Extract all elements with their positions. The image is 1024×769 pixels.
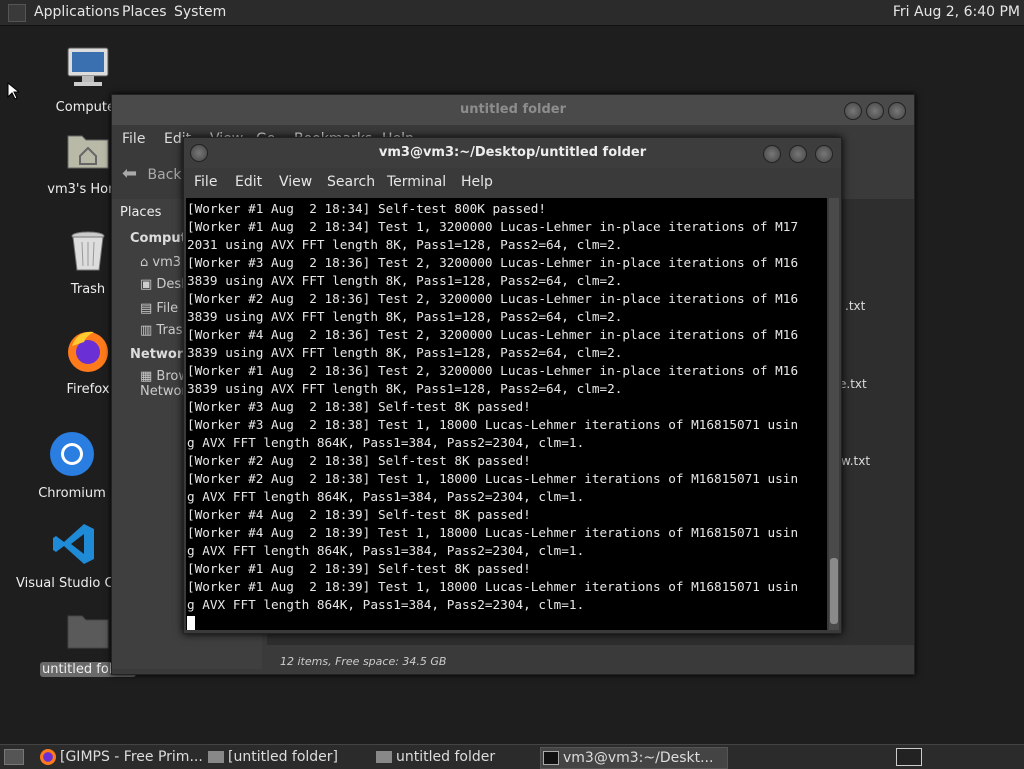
taskbar-item-active[interactable]: vm3@vm3:~/Deskt... bbox=[540, 747, 728, 769]
home-folder-icon bbox=[67, 135, 109, 169]
terminal-line: g AVX FFT length 864K, Pass1=384, Pass2=… bbox=[187, 435, 585, 450]
sidebar-header[interactable]: Places bbox=[120, 205, 161, 220]
network-icon: ▦ bbox=[140, 369, 157, 384]
taskbar-item-label: untitled folder bbox=[396, 749, 496, 765]
trash-icon bbox=[71, 231, 105, 271]
window-menu-button[interactable] bbox=[190, 144, 208, 162]
terminal-line: 3839 using AVX FFT length 8K, Pass1=128,… bbox=[187, 273, 623, 288]
firefox-icon bbox=[40, 749, 56, 765]
drive-icon: ▤ bbox=[140, 301, 157, 316]
terminal-line: [Worker #4 Aug 2 18:36] Test 2, 3200000 … bbox=[187, 327, 799, 342]
workspace-switcher-icon[interactable] bbox=[896, 748, 922, 766]
terminal-line: g AVX FFT length 864K, Pass1=384, Pass2=… bbox=[187, 543, 585, 558]
chromium-icon bbox=[50, 432, 94, 476]
terminal-line: [Worker #1 Aug 2 18:34] Test 1, 3200000 … bbox=[187, 219, 799, 234]
mouse-pointer-icon bbox=[7, 82, 19, 100]
menu-view[interactable]: View bbox=[279, 174, 312, 190]
terminal-line: 3839 using AVX FFT length 8K, Pass1=128,… bbox=[187, 309, 623, 324]
clock[interactable]: Fri Aug 2, 6:40 PM bbox=[893, 4, 1020, 20]
terminal-lines: [Worker #1 Aug 2 18:34] Self-test 800K p… bbox=[186, 198, 827, 630]
menu-help[interactable]: Help bbox=[461, 174, 493, 190]
folder-icon bbox=[208, 751, 224, 763]
menu-file[interactable]: File bbox=[194, 174, 217, 190]
back-arrow-icon: ⬅ bbox=[122, 163, 138, 184]
terminal-line: [Worker #2 Aug 2 18:38] Self-test 8K pas… bbox=[187, 453, 531, 468]
menu-search[interactable]: Search bbox=[327, 174, 375, 190]
taskbar: [GIMPS - Free Prim... [untitled folder] … bbox=[0, 744, 1024, 769]
file-item[interactable]: e.txt bbox=[839, 377, 867, 391]
sidebar-item-home[interactable]: ⌂ vm3 bbox=[140, 255, 181, 270]
menu-edit[interactable]: Edit bbox=[235, 174, 262, 190]
vscode-icon bbox=[53, 524, 94, 564]
close-button[interactable] bbox=[815, 145, 833, 163]
menu-file[interactable]: File bbox=[122, 131, 145, 147]
file-item[interactable]: .txt bbox=[845, 299, 865, 313]
top-panel: Applications Places System Fri Aug 2, 6:… bbox=[0, 0, 1024, 26]
terminal-line: g AVX FFT length 864K, Pass1=384, Pass2=… bbox=[187, 597, 585, 612]
terminal-line: [Worker #4 Aug 2 18:39] Self-test 8K pas… bbox=[187, 507, 531, 522]
terminal-prompt-line bbox=[187, 614, 827, 630]
scrollbar-thumb[interactable] bbox=[830, 558, 838, 624]
menu-terminal[interactable]: Terminal bbox=[387, 174, 446, 190]
text-cursor bbox=[187, 615, 195, 630]
terminal-window: vm3@vm3:~/Desktop/untitled folder File E… bbox=[183, 137, 842, 634]
folder-icon bbox=[67, 615, 109, 649]
terminal-output[interactable]: [Worker #1 Aug 2 18:34] Self-test 800K p… bbox=[186, 198, 827, 630]
terminal-line: g AVX FFT length 864K, Pass1=384, Pass2=… bbox=[187, 489, 585, 504]
back-button[interactable]: ⬅ Back bbox=[122, 163, 182, 184]
home-icon: ⌂ bbox=[140, 255, 153, 270]
terminal-line: [Worker #3 Aug 2 18:38] Test 1, 18000 Lu… bbox=[187, 417, 799, 432]
terminal-line: [Worker #1 Aug 2 18:36] Test 2, 3200000 … bbox=[187, 363, 799, 378]
window-title: vm3@vm3:~/Desktop/untitled folder bbox=[184, 138, 841, 168]
taskbar-item-label: [GIMPS - Free Prim... bbox=[60, 749, 203, 765]
terminal-line: [Worker #3 Aug 2 18:38] Self-test 8K pas… bbox=[187, 399, 531, 414]
status-bar: 12 items, Free space: 34.5 GB bbox=[280, 655, 447, 668]
menu-applications[interactable]: Applications bbox=[34, 4, 120, 20]
maximize-button[interactable] bbox=[789, 145, 807, 163]
terminal-line: 3839 using AVX FFT length 8K, Pass1=128,… bbox=[187, 345, 623, 360]
file-item[interactable]: w.txt bbox=[841, 454, 870, 468]
desktop-icon: ▣ bbox=[140, 277, 157, 292]
firefox-icon bbox=[68, 331, 108, 372]
terminal-line: [Worker #1 Aug 2 18:39] Test 1, 18000 Lu… bbox=[187, 579, 799, 594]
taskbar-item-label: [untitled folder] bbox=[228, 749, 339, 765]
desktop-icon-chromium[interactable]: Chromium bbox=[24, 430, 120, 501]
minimize-button[interactable] bbox=[763, 145, 781, 163]
terminal-line: 3839 using AVX FFT length 8K, Pass1=128,… bbox=[187, 381, 623, 396]
computer-icon bbox=[67, 47, 109, 86]
terminal-line: [Worker #1 Aug 2 18:39] Self-test 8K pas… bbox=[187, 561, 531, 576]
window-title: untitled folder bbox=[112, 95, 914, 125]
taskbar-item-label: vm3@vm3:~/Deskt... bbox=[563, 750, 714, 766]
terminal-line: [Worker #2 Aug 2 18:36] Test 2, 3200000 … bbox=[187, 291, 799, 306]
scrollbar[interactable] bbox=[829, 198, 839, 630]
taskbar-item[interactable]: [GIMPS - Free Prim... bbox=[38, 747, 220, 767]
taskbar-item[interactable]: [untitled folder] bbox=[206, 747, 388, 767]
minimize-button[interactable] bbox=[844, 102, 862, 120]
applications-menu-icon[interactable] bbox=[8, 4, 26, 22]
menu-system[interactable]: System bbox=[174, 4, 226, 20]
desktop-icon-label: Chromium bbox=[38, 486, 106, 501]
taskbar-item[interactable]: untitled folder bbox=[374, 747, 556, 767]
menubar: File Edit View Search Terminal Help bbox=[184, 168, 841, 196]
trash-icon: ▥ bbox=[140, 323, 157, 338]
close-button[interactable] bbox=[888, 102, 906, 120]
terminal-line: [Worker #4 Aug 2 18:39] Test 1, 18000 Lu… bbox=[187, 525, 799, 540]
terminal-line: [Worker #3 Aug 2 18:36] Test 2, 3200000 … bbox=[187, 255, 799, 270]
terminal-line: 2031 using AVX FFT length 8K, Pass1=128,… bbox=[187, 237, 623, 252]
terminal-icon bbox=[543, 751, 559, 765]
terminal-line: [Worker #1 Aug 2 18:34] Self-test 800K p… bbox=[187, 201, 547, 216]
menu-places[interactable]: Places bbox=[122, 4, 167, 20]
sidebar-item-label: vm3 bbox=[152, 255, 182, 270]
back-label: Back bbox=[147, 167, 182, 183]
terminal-line: [Worker #2 Aug 2 18:38] Test 1, 18000 Lu… bbox=[187, 471, 799, 486]
folder-icon bbox=[376, 751, 392, 763]
show-desktop-icon[interactable] bbox=[4, 749, 24, 765]
maximize-button[interactable] bbox=[866, 102, 884, 120]
